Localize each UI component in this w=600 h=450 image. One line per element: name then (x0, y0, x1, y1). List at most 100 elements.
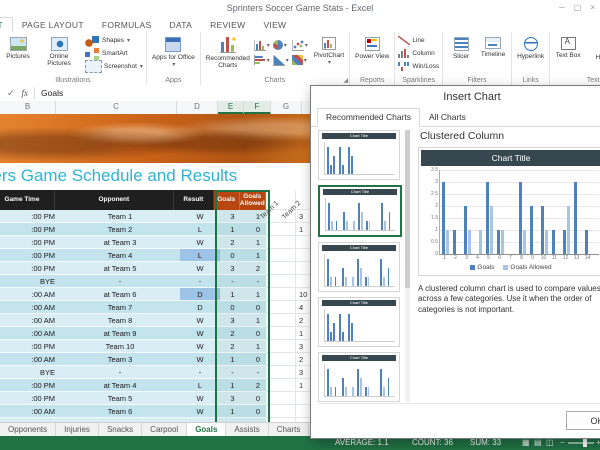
minimize-icon[interactable]: ─ (559, 0, 565, 16)
ribbon-tab-view[interactable]: VIEW (254, 18, 295, 32)
ok-button[interactable]: OK (566, 411, 600, 430)
cell-opponent[interactable]: Team 6 (60, 405, 180, 418)
cell-result[interactable]: D (180, 301, 220, 314)
ribbon-button-scatter-chart-icon[interactable]: ▾ (291, 38, 310, 52)
grid-cell[interactable] (266, 301, 296, 314)
ribbon-button-line[interactable]: Line (398, 34, 439, 47)
sheet-tab-charts[interactable]: Charts (268, 423, 310, 437)
zoom-slider[interactable] (568, 439, 594, 447)
cell-opponent[interactable]: Team 10 (60, 340, 180, 353)
cell-opponent[interactable]: Team 8 (60, 314, 180, 327)
grid-cell[interactable] (266, 249, 296, 262)
cell-result[interactable]: D (180, 288, 220, 301)
cell-game-time[interactable]: :00 PM (0, 379, 60, 392)
cell-game-time[interactable]: :00 PM (0, 249, 60, 262)
grid-cell[interactable] (266, 379, 296, 392)
cell-result[interactable]: - (180, 275, 220, 288)
cell-goals[interactable]: 3 (220, 262, 245, 275)
cell-game-time[interactable]: :00 PM (0, 236, 60, 249)
cell-game-time[interactable]: BYE (0, 275, 60, 288)
cell-goals[interactable]: 2 (220, 327, 245, 340)
grid-cell[interactable] (266, 262, 296, 275)
cell-result[interactable]: W (180, 210, 220, 223)
ribbon-button-bar-chart-icon[interactable]: ▾ (253, 53, 272, 67)
cell-opponent[interactable]: Team 4 (60, 249, 180, 262)
cell-goals[interactable]: 3 (220, 392, 245, 405)
cell-goals[interactable]: 2 (220, 340, 245, 353)
maximize-icon[interactable]: ▢ (574, 0, 582, 16)
cell-game-time[interactable]: :00 PM (0, 262, 60, 275)
cell-opponent[interactable]: Team 2 (60, 223, 180, 236)
cell-opponent[interactable]: at Team 3 (60, 236, 180, 249)
cell-goals[interactable]: - (220, 366, 245, 379)
grid-cell[interactable] (266, 340, 296, 353)
insert-function-icon[interactable]: fx (22, 88, 29, 98)
formula-bar-value[interactable]: Goals (41, 88, 63, 98)
cell-goals[interactable]: 1 (220, 353, 245, 366)
sheet-tab-injuries[interactable]: Injuries (56, 423, 99, 437)
cell-result[interactable]: L (180, 249, 220, 262)
cell-result[interactable]: L (180, 379, 220, 392)
ribbon-button-pie-chart-icon[interactable]: ▾ (272, 38, 291, 52)
ribbon-tab-insert[interactable]: INSERT (0, 17, 13, 32)
ribbon-button-slicer[interactable]: Slicer (446, 34, 476, 61)
cell-game-time[interactable]: :00 AM (0, 405, 60, 418)
ribbon-button-apps-for-office[interactable]: Apps for Office ▾ (150, 34, 197, 69)
ribbon-button-power-view[interactable]: Power View (353, 34, 391, 61)
sheet-tab-opponents[interactable]: Opponents (0, 423, 57, 437)
cell-result[interactable]: W (180, 236, 220, 249)
cell-opponent[interactable]: at Team 5 (60, 262, 180, 275)
chart-thumbnail-column-3[interactable]: Chart Title (318, 297, 400, 347)
cell-goals[interactable]: - (220, 275, 245, 288)
cell-result[interactable]: W (180, 392, 220, 405)
cell-result[interactable]: W (180, 314, 220, 327)
sheet-tab-snacks[interactable]: Snacks (98, 423, 143, 437)
grid-cell[interactable] (266, 275, 296, 288)
ribbon-button-shapes[interactable]: Shapes ▾ (85, 34, 143, 47)
ribbon-button-pictures[interactable]: Pictures (3, 34, 33, 61)
cell-game-time[interactable]: :00 AM (0, 288, 60, 301)
cell-goals[interactable]: 2 (220, 236, 245, 249)
cell-goals[interactable]: 1 (220, 405, 245, 418)
sheet-tab-goals[interactable]: Goals (187, 423, 227, 437)
ribbon-button-screenshot[interactable]: Screenshot ▾ (85, 60, 143, 73)
ribbon-tab-formulas[interactable]: FORMULAS (93, 18, 161, 32)
column-header-e[interactable]: E (218, 101, 244, 114)
cell-opponent[interactable]: Team 3 (60, 353, 180, 366)
ribbon-button-recommended-charts[interactable]: Recommended Charts (204, 34, 252, 71)
cell-game-time[interactable]: :00 PM (0, 392, 60, 405)
grid-cell[interactable] (266, 353, 296, 366)
ribbon-button-area-chart-icon[interactable]: ▾ (272, 53, 291, 67)
grid-cell[interactable] (266, 223, 296, 236)
column-header-g[interactable]: G (271, 101, 302, 114)
ribbon-button-timeline[interactable]: Timeline (478, 34, 508, 59)
grid-cell[interactable] (266, 314, 296, 327)
cell-game-time[interactable]: :00 AM (0, 327, 60, 340)
scrollbar-thumb[interactable] (405, 130, 410, 288)
column-header-f[interactable]: F (244, 101, 271, 114)
chart-thumbnail-clustered-1[interactable]: Chart Title (318, 185, 402, 237)
grid-cell[interactable] (266, 236, 296, 249)
dialog-tab-recommended-charts[interactable]: Recommended Charts (317, 108, 421, 127)
ribbon-tab-page-layout[interactable]: PAGE LAYOUT (13, 18, 93, 32)
chart-thumbnail-clustered-2[interactable]: Chart Title (318, 242, 400, 292)
grid-cell[interactable] (266, 288, 296, 301)
ribbon-tab-review[interactable]: REVIEW (201, 18, 254, 32)
cell-opponent[interactable]: Team 1 (60, 210, 180, 223)
cell-goals[interactable]: 3 (220, 210, 245, 223)
cell-goals[interactable]: 0 (220, 301, 245, 314)
scrollbar[interactable] (405, 130, 410, 402)
cell-goals[interactable]: 1 (220, 223, 245, 236)
cell-game-time[interactable]: :00 AM (0, 353, 60, 366)
cell-game-time[interactable]: :00 PM (0, 210, 60, 223)
grid-cell[interactable] (266, 327, 296, 340)
cell-game-time[interactable]: BYE (0, 366, 60, 379)
dialog-tab-all-charts[interactable]: All Charts (420, 108, 475, 126)
ribbon-button-other-chart-icon[interactable]: ▾ (291, 53, 310, 67)
cell-opponent[interactable]: - (60, 275, 180, 288)
dialog-launcher-icon[interactable]: ◢ (344, 77, 349, 84)
ribbon-button-pivotchart[interactable]: PivotChart ▾ (312, 34, 346, 67)
grid-cell[interactable] (266, 405, 296, 418)
ribbon-button-text-box[interactable]: Text Box (553, 34, 583, 60)
cell-result[interactable]: W (180, 262, 220, 275)
